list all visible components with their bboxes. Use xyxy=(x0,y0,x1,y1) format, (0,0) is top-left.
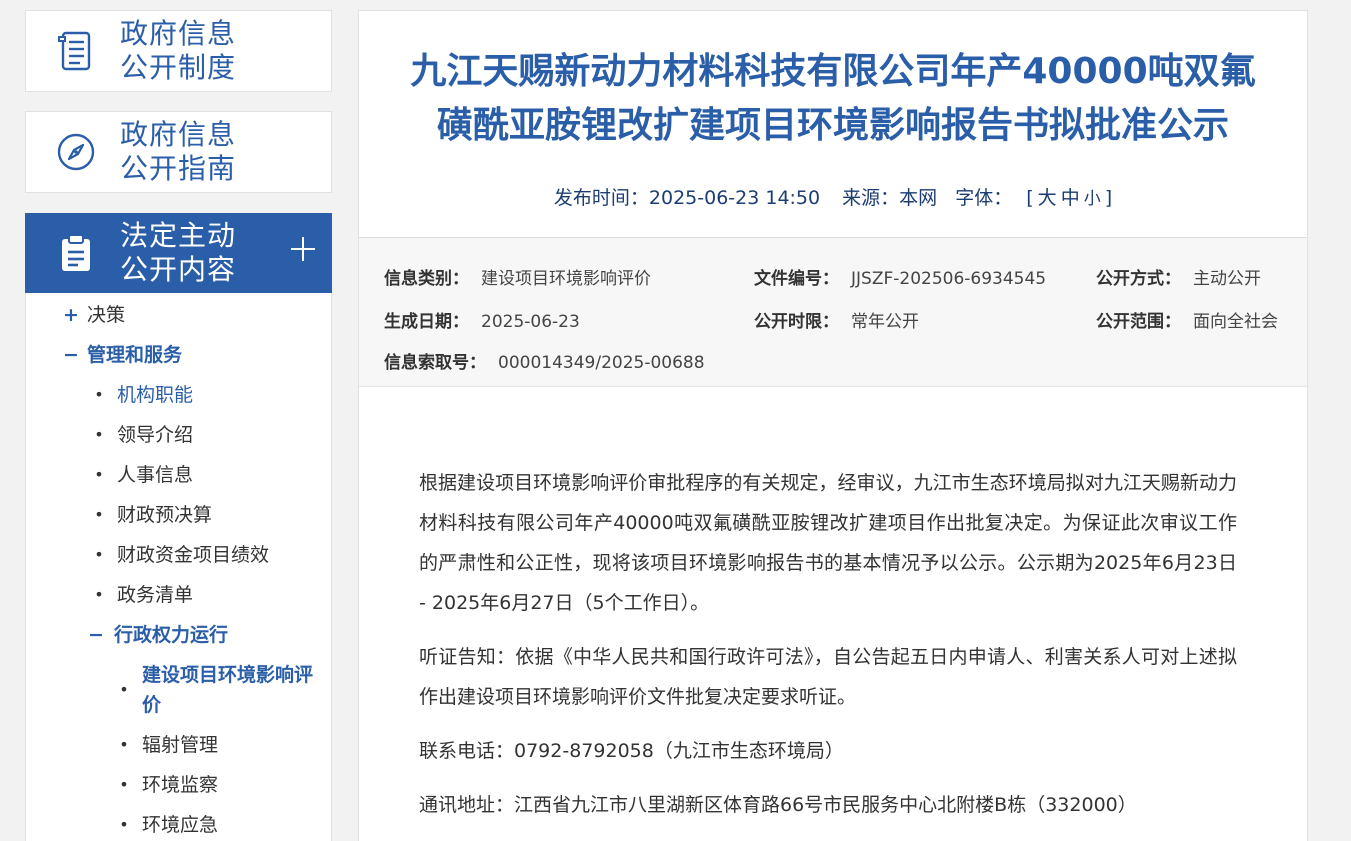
tree-item-inspection[interactable]: • 环境监察 xyxy=(114,770,218,800)
tree-item-agency-functions[interactable]: • 机构职能 xyxy=(89,380,193,410)
bullet-icon: • xyxy=(119,680,129,699)
bullet-icon: • xyxy=(119,815,129,834)
tree-item-label: 环境监察 xyxy=(142,774,219,796)
info-value: 000014349/2025-00688 xyxy=(498,353,705,373)
compass-icon xyxy=(56,130,96,174)
tree-item-personnel[interactable]: • 人事信息 xyxy=(89,460,193,490)
tree-item-label: 行政权力运行 xyxy=(114,624,229,646)
publish-time: 2025-06-23 14:50 xyxy=(648,187,821,209)
info-label: 公开范围： xyxy=(1096,312,1181,332)
sidebar-link-statutory-content[interactable]: 法定主动 公开内容 xyxy=(25,213,332,293)
font-bracket-open: [ xyxy=(1026,187,1034,209)
tree-item-label: 管理和服务 xyxy=(87,344,183,366)
plus-icon[interactable] xyxy=(291,237,315,261)
sidebar-link-disclosure-system[interactable]: 政府信息 公开制度 xyxy=(25,10,332,92)
info-value: 2025-06-23 xyxy=(481,312,580,332)
info-value: 建设项目环境影响评价 xyxy=(481,269,651,289)
article-panel: 九江天赐新动力材料科技有限公司年产40000吨双氟 磺酰亚胺锂改扩建项目环境影响… xyxy=(358,10,1308,841)
info-value: JJSZF-202506-6934545 xyxy=(851,269,1047,289)
info-category: 信息类别： 建设项目环境影响评价 xyxy=(384,267,651,291)
sidebar-box-label-line2: 公开制度 xyxy=(120,51,237,84)
tree-item-management-services[interactable]: − 管理和服务 xyxy=(61,340,182,370)
bullet-icon: • xyxy=(94,505,104,524)
tree-item-radiation[interactable]: • 辐射管理 xyxy=(114,730,218,760)
article-paragraph: 根据建设项目环境影响评价审批程序的有关规定，经审议，九江市生态环境局拟对九江天赐… xyxy=(419,472,1237,614)
info-open-period: 公开时限： 常年公开 xyxy=(754,310,919,334)
article-title: 九江天赐新动力材料科技有限公司年产40000吨双氟 磺酰亚胺锂改扩建项目环境影响… xyxy=(359,45,1307,153)
tree-item-label: 领导介绍 xyxy=(117,424,194,446)
info-open-mode: 公开方式： 主动公开 xyxy=(1096,267,1261,291)
article-title-line1: 九江天赐新动力材料科技有限公司年产40000吨双氟 xyxy=(410,51,1256,92)
bullet-icon: • xyxy=(94,465,104,484)
bullet-icon: • xyxy=(94,585,104,604)
document-list-icon xyxy=(56,29,96,73)
info-index-number: 信息索取号： 000014349/2025-00688 xyxy=(384,351,705,375)
article-paragraph: 听证告知：依据《中华人民共和国行政许可法》，自公告起五日内申请人、利害关系人可对… xyxy=(419,646,1237,708)
font-bracket-close: ] xyxy=(1104,187,1113,209)
tree-item-leadership[interactable]: • 领导介绍 xyxy=(89,420,193,450)
article-paragraph: 联系电话：0792-8792058（九江市生态环境局） xyxy=(419,740,844,762)
info-panel: 信息类别： 建设项目环境影响评价 文件编号： JJSZF-202506-693454… xyxy=(359,237,1307,387)
clipboard-icon xyxy=(56,231,96,275)
info-value: 主动公开 xyxy=(1193,269,1261,289)
info-label: 信息索取号： xyxy=(384,353,486,373)
bullet-icon: • xyxy=(94,545,104,564)
info-label: 文件编号： xyxy=(754,269,839,289)
tree-item-label: 财政资金项目绩效 xyxy=(117,544,270,566)
info-date: 生成日期： 2025-06-23 xyxy=(384,310,580,334)
sidebar-tree: + 决策 − 管理和服务 • 机构职能 • 领导介绍 • 人事信息 • 财政预决… xyxy=(25,293,332,841)
bullet-icon: • xyxy=(119,775,129,794)
article-title-line2: 磺酰亚胺锂改扩建项目环境影响报告书拟批准公示 xyxy=(436,105,1229,146)
info-value: 面向全社会 xyxy=(1193,312,1278,332)
tree-item-admin-power[interactable]: − 行政权力运行 xyxy=(86,620,228,650)
font-size-large-button[interactable]: 大 xyxy=(1038,187,1057,209)
expand-plus-icon: + xyxy=(63,304,79,326)
tree-item-label: 机构职能 xyxy=(117,384,194,406)
tree-item-label: 辐射管理 xyxy=(142,734,219,756)
tree-item-service-list[interactable]: • 政务清单 xyxy=(89,580,193,610)
article-paragraph: 通讯地址：江西省九江市八里湖新区体育路66号市民服务中心北附楼B栋（332000… xyxy=(419,794,1137,816)
tree-item-fund-performance[interactable]: • 财政资金项目绩效 xyxy=(89,540,269,570)
tree-item-label: 建设项目环境影响评价 xyxy=(142,664,314,716)
article-meta: 发布时间：2025-06-23 14:50 来源：本网 字体： [大中小] xyxy=(359,183,1307,210)
font-size-label: 字体： xyxy=(955,187,1013,209)
article-body: 根据建设项目环境影响评价审批程序的有关规定，经审议，九江市生态环境局拟对九江天赐… xyxy=(419,463,1237,839)
sidebar-box-label-line1: 法定主动 xyxy=(120,219,237,252)
tree-item-label: 环境应急 xyxy=(142,814,219,836)
info-label: 公开方式： xyxy=(1096,269,1181,289)
bullet-icon: • xyxy=(94,425,104,444)
info-doc-number: 文件编号： JJSZF-202506-6934545 xyxy=(754,267,1046,291)
sidebar-box-label-line1: 政府信息 xyxy=(120,17,237,50)
tree-item-label: 决策 xyxy=(87,304,126,326)
info-label: 生成日期： xyxy=(384,312,469,332)
info-open-scope: 公开范围： 面向全社会 xyxy=(1096,310,1278,334)
info-label: 公开时限： xyxy=(754,312,839,332)
source-value: 本网 xyxy=(899,187,938,209)
sidebar-box-label-line2: 公开内容 xyxy=(120,253,237,286)
font-size-medium-button[interactable]: 中 xyxy=(1061,187,1080,209)
bullet-icon: • xyxy=(119,735,129,754)
info-label: 信息类别： xyxy=(384,269,469,289)
publish-time-label: 发布时间： xyxy=(553,187,649,209)
font-size-small-button[interactable]: 小 xyxy=(1084,189,1101,209)
source-label: 来源： xyxy=(842,187,900,209)
collapse-minus-icon: − xyxy=(63,344,79,366)
collapse-minus-icon: − xyxy=(88,624,104,646)
sidebar-link-disclosure-guide[interactable]: 政府信息 公开指南 xyxy=(25,111,332,193)
tree-item-label: 人事信息 xyxy=(117,464,194,486)
page-root: 政府信息 公开制度 政府信息 公开指南 法定主动 公开内容 + 决策 − 管理和… xyxy=(0,0,1351,841)
sidebar-box-label-line2: 公开指南 xyxy=(120,152,237,185)
bullet-icon: • xyxy=(94,385,104,404)
tree-item-decision[interactable]: + 决策 xyxy=(61,300,125,330)
sidebar-box-label-line1: 政府信息 xyxy=(120,118,237,151)
tree-item-label: 政务清单 xyxy=(117,584,194,606)
tree-item-label: 财政预决算 xyxy=(117,504,213,526)
tree-item-emergency[interactable]: • 环境应急 xyxy=(114,810,218,840)
info-value: 常年公开 xyxy=(851,312,919,332)
tree-item-eia[interactable]: • 建设项目环境影响评价 xyxy=(114,660,324,720)
tree-item-budget[interactable]: • 财政预决算 xyxy=(89,500,212,530)
